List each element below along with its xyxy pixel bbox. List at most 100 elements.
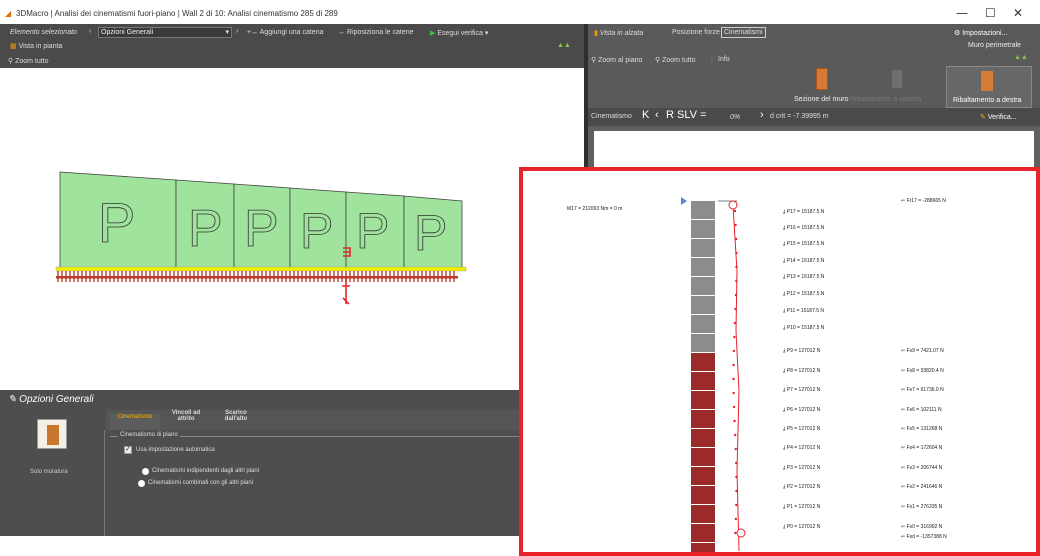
add-chain-button[interactable]: +↔ Aggiungi una catena	[247, 29, 324, 36]
deformation-point	[735, 265, 738, 269]
load-left-label: ⥙ P0 = 127012 N	[783, 524, 821, 530]
zoom-all-button[interactable]: ⚲ Zoom tutto	[8, 57, 49, 65]
maximize-button[interactable]: ☐	[985, 6, 996, 20]
load-left-label: ⥙ P2 = 127012 N	[783, 484, 821, 490]
panel-letter: P	[98, 191, 135, 254]
load-left-label: ⥙ P12 = 15187.5 N	[783, 291, 825, 297]
search-icon: ⚲	[591, 57, 597, 64]
prev-kinematism-icon[interactable]: ‹	[655, 109, 659, 121]
masonry-block	[691, 353, 715, 371]
run-check-button[interactable]: ▶ Esegui verifica ▾	[430, 29, 488, 37]
overturn-left-icon	[892, 70, 902, 88]
load-right-label: ⇐ Fs9 = 7421.07 N	[901, 348, 944, 354]
deformation-point	[732, 405, 736, 409]
load-left-label: ⥙ P15 = 15187.5 N	[783, 241, 825, 247]
load-right-label: ⇐ Fs8 = 33820.4 N	[901, 368, 944, 374]
radio-independent[interactable]	[142, 468, 149, 475]
zoom-highlight-frame: M17 = 212093 Nm = 0 m ⥙ P17 = 15187.5 N ⥙…	[519, 167, 1040, 556]
load-left-label: ⥙ P7 = 127012 N	[783, 387, 821, 393]
overturn-left-button[interactable]: Ribaltamento a sinistra	[850, 96, 921, 103]
tab-vincoli-attrito[interactable]: Vincoli ad attrito	[164, 410, 208, 430]
load-left-label: ⥙ P5 = 127012 N	[783, 426, 821, 432]
reposition-chains-button[interactable]: ↔ Riposiziona le catene	[338, 29, 414, 36]
overturn-right-selected[interactable]: Ribaltamento a destra	[946, 66, 1032, 108]
close-button[interactable]: ✕	[1013, 6, 1023, 20]
app-icon: ◢	[5, 9, 12, 18]
right-canvas[interactable]	[588, 127, 1040, 167]
dropdown-icon: ▾	[484, 30, 489, 37]
masonry-block	[691, 467, 715, 485]
load-left-label: ⥙ P14 = 15187.5 N	[783, 258, 825, 264]
tab-scarico-alto[interactable]: Scarico dall'alto	[214, 410, 258, 430]
radio-combined[interactable]	[138, 480, 145, 487]
load-left-label: ⥙ P16 = 15187.5 N	[783, 225, 825, 231]
load-left-label: ⥙ P6 = 127012 N	[783, 407, 821, 413]
card-thumbnail[interactable]	[37, 419, 67, 449]
deformation-point	[732, 349, 736, 353]
hinge-icon	[736, 528, 746, 538]
deformation-point	[733, 209, 737, 213]
deformation-point	[735, 251, 738, 255]
zoom-all-right-button[interactable]: ⚲ Zoom tutto	[655, 56, 696, 64]
tab-elevation[interactable]: ▮ Vista in alzata	[594, 29, 643, 37]
group-border	[110, 436, 580, 437]
overturn-right-label: Ribaltamento a destra	[953, 97, 1022, 104]
info-button[interactable]: Info	[718, 56, 730, 63]
load-right-label: ⇐ Fs3 = 206744 N	[901, 465, 943, 471]
selected-element-label: Elemento selezionato	[10, 29, 77, 36]
masonry-block	[691, 429, 715, 447]
moment-label: M17 = 212093 Nm = 0 m	[567, 206, 623, 212]
load-right-label: ⇐ Fsd = -1357388 N	[901, 534, 947, 540]
wall-section-button[interactable]: Sezione del muro	[794, 96, 848, 103]
settings-button[interactable]: ⚙ Impostazioni...	[954, 29, 1007, 37]
support-beam	[55, 266, 467, 272]
deformation-point	[735, 279, 738, 283]
auto-checkbox[interactable]: ✓	[124, 446, 132, 454]
combo-value: Opzioni Generali	[101, 29, 154, 36]
next-kinematism-icon[interactable]: ›	[760, 109, 764, 121]
left-toolbar: Elemento selezionato ‹ Opzioni Generali …	[0, 24, 584, 68]
wall-canvas[interactable]: P P P P P P	[0, 68, 584, 388]
load-left-label: ⥙ P3 = 127012 N	[783, 465, 821, 471]
verify-button[interactable]: ✎ Verifica...	[980, 113, 1017, 121]
masonry-block	[691, 448, 715, 466]
masonry-block	[691, 334, 715, 352]
minimize-button[interactable]: —	[956, 6, 968, 20]
load-right-label: ⇐ Fs7 = 61736.0 N	[901, 387, 944, 393]
load-right-label: ⇐ Fr17 = -288665 N	[901, 198, 946, 204]
deformation-point	[733, 433, 737, 437]
tab-forces[interactable]: Posizione forze	[672, 29, 720, 36]
load-right-label: ⇐ Fs0 = 316992 N	[901, 524, 943, 530]
options-title: ✎ Opzioni Generali	[8, 394, 94, 405]
masonry-block	[691, 220, 715, 238]
next-arrow-icon[interactable]: ›	[236, 28, 238, 35]
masonry-block	[691, 505, 715, 523]
masonry-column	[691, 201, 715, 552]
search-icon: ⚲	[8, 58, 14, 65]
ground-line	[56, 276, 458, 279]
load-left-label: ⥙ P17 = 15187.5 N	[783, 209, 825, 215]
prev-arrow-icon[interactable]: ‹	[89, 28, 91, 35]
load-left-label: ⥙ P8 = 127012 N	[783, 368, 821, 374]
plan-view-button[interactable]: ▦ Vista in pianta	[10, 42, 62, 50]
search-icon: ⚲	[655, 57, 661, 64]
zoom-plan-button[interactable]: ⚲ Zoom al piano	[591, 56, 642, 64]
kinematism-bar: Cinematismo K ‹ R SLV = 0% › d crit = -7…	[588, 108, 1040, 126]
masonry-block	[691, 391, 715, 409]
deformation-point	[734, 223, 737, 227]
perimeter-wall-label: Muro perimetrale	[968, 42, 1021, 49]
deformation-point	[735, 475, 738, 479]
tab-kinematics[interactable]: Cinematismi	[721, 27, 766, 38]
element-combo[interactable]: Opzioni Generali ▾	[98, 27, 232, 38]
radio-independent-label: Cinematismi indipendenti dagli altri pia…	[152, 468, 260, 474]
overturn-right-icon	[981, 71, 993, 91]
play-icon: ▶	[430, 30, 436, 37]
pencil-icon: ✎	[980, 114, 986, 121]
layers-icon[interactable]: ▲▲	[557, 42, 571, 49]
pencil-icon: ✎	[8, 394, 17, 405]
masonry-block	[691, 372, 715, 390]
masonry-block	[691, 315, 715, 333]
tab-cinematismo[interactable]: Cinematismo	[110, 414, 160, 430]
support-icon	[681, 197, 687, 205]
layers-icon[interactable]: ▲▲	[1014, 54, 1028, 61]
